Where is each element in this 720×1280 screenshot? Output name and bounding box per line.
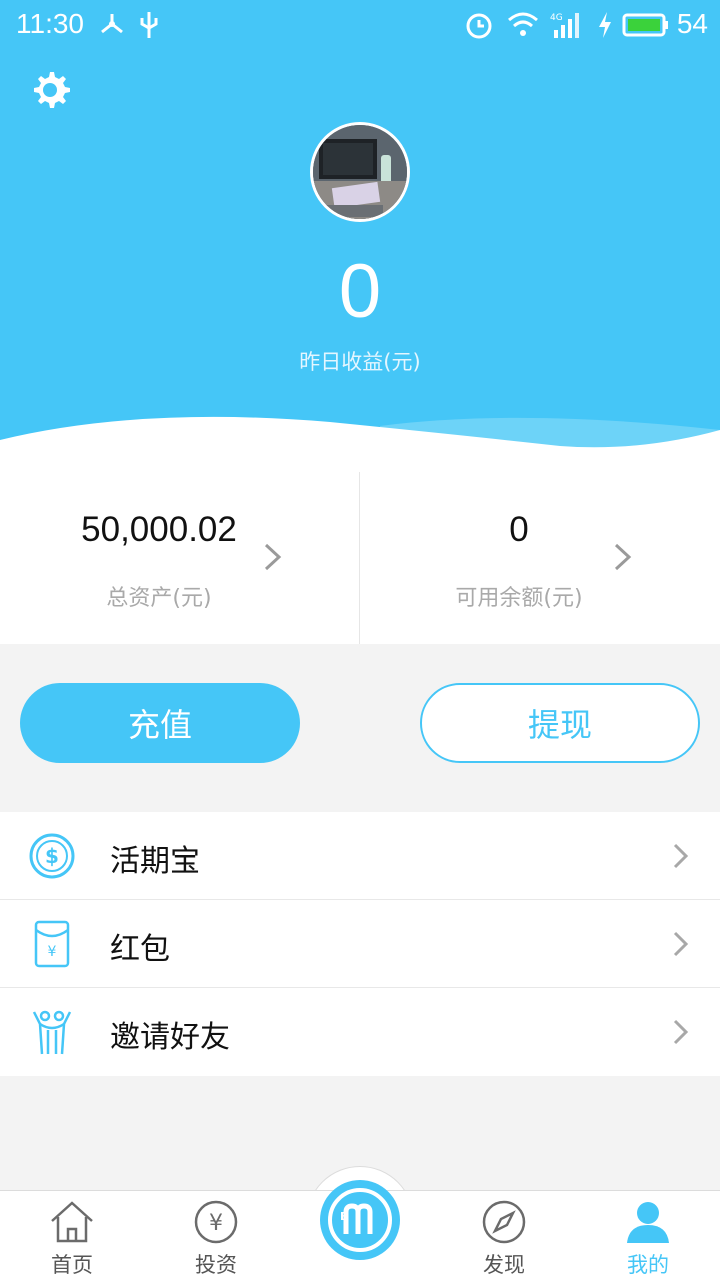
tab-label: 首页 xyxy=(51,1253,93,1277)
wifi-icon xyxy=(508,12,538,36)
invite-friends-icon xyxy=(32,1010,72,1055)
svg-text:$: $ xyxy=(45,844,59,868)
usb-icon xyxy=(140,12,158,38)
menu-item-label: 邀请好友 xyxy=(110,1020,230,1055)
battery-level: 54 xyxy=(676,8,708,39)
yen-circle-icon: ¥ xyxy=(194,1200,238,1244)
recharge-button[interactable]: 充值 xyxy=(20,683,300,763)
header-panel: 11:30 4G 54 0 昨日收益(元) xyxy=(0,0,720,460)
chevron-right-icon xyxy=(673,931,689,957)
bm-logo-icon: B xyxy=(328,1188,392,1252)
battery-icon xyxy=(622,13,668,37)
alarm-icon xyxy=(466,13,492,39)
tab-center-logo[interactable]: B xyxy=(320,1180,400,1260)
menu-item-huoqibao[interactable]: $ 活期宝 xyxy=(0,812,720,900)
menu-item-label: 红包 xyxy=(110,932,170,967)
home-icon xyxy=(51,1201,93,1243)
menu-list: $ 活期宝 ¥ 红包 邀请好友 xyxy=(0,812,720,1076)
charging-icon xyxy=(599,12,611,38)
gear-icon[interactable] xyxy=(28,68,72,112)
chevron-right-icon xyxy=(673,1019,689,1045)
tab-discover[interactable]: 发现 xyxy=(444,1191,564,1280)
signal-icon: 4G xyxy=(550,13,579,38)
tab-label: 发现 xyxy=(483,1253,525,1277)
user-icon xyxy=(627,1202,669,1243)
header-wave xyxy=(0,416,720,460)
menu-item-invite-friends[interactable]: 邀请好友 xyxy=(0,988,720,1076)
chevron-right-icon xyxy=(264,543,282,571)
yesterday-earnings-value: 0 xyxy=(338,249,382,334)
tab-home[interactable]: 首页 xyxy=(12,1191,132,1280)
coin-icon: $ xyxy=(29,833,75,879)
share-icon xyxy=(101,14,123,34)
total-assets-label: 总资产(元) xyxy=(106,586,212,611)
svg-text:B: B xyxy=(340,1210,348,1223)
menu-item-label: 活期宝 xyxy=(110,844,200,879)
compass-icon xyxy=(482,1200,526,1244)
yesterday-earnings-label: 昨日收益(元) xyxy=(299,350,421,374)
status-time: 11:30 xyxy=(16,8,84,39)
svg-text:¥: ¥ xyxy=(48,944,57,960)
available-balance-label: 可用余额(元) xyxy=(455,586,583,611)
chevron-right-icon xyxy=(614,543,632,571)
chevron-right-icon xyxy=(673,843,689,869)
red-packet-icon: ¥ xyxy=(34,920,70,968)
asset-summary: 50,000.02 总资产(元) 0 可用余额(元) xyxy=(0,460,720,644)
tab-label: 投资 xyxy=(195,1253,237,1277)
svg-text:4G: 4G xyxy=(550,13,563,23)
total-assets-card[interactable]: 50,000.02 总资产(元) xyxy=(0,460,359,644)
available-balance-card[interactable]: 0 可用余额(元) xyxy=(360,460,719,644)
avatar-photo xyxy=(313,125,407,219)
menu-item-red-packet[interactable]: ¥ 红包 xyxy=(0,900,720,988)
avatar[interactable] xyxy=(310,122,410,222)
tab-mine[interactable]: 我的 xyxy=(588,1191,708,1280)
tab-label: 我的 xyxy=(627,1253,669,1277)
status-bar: 11:30 4G 54 xyxy=(0,0,720,50)
withdraw-button[interactable]: 提现 xyxy=(420,683,700,763)
tab-invest[interactable]: ¥ 投资 xyxy=(156,1191,276,1280)
svg-text:¥: ¥ xyxy=(209,1211,223,1236)
